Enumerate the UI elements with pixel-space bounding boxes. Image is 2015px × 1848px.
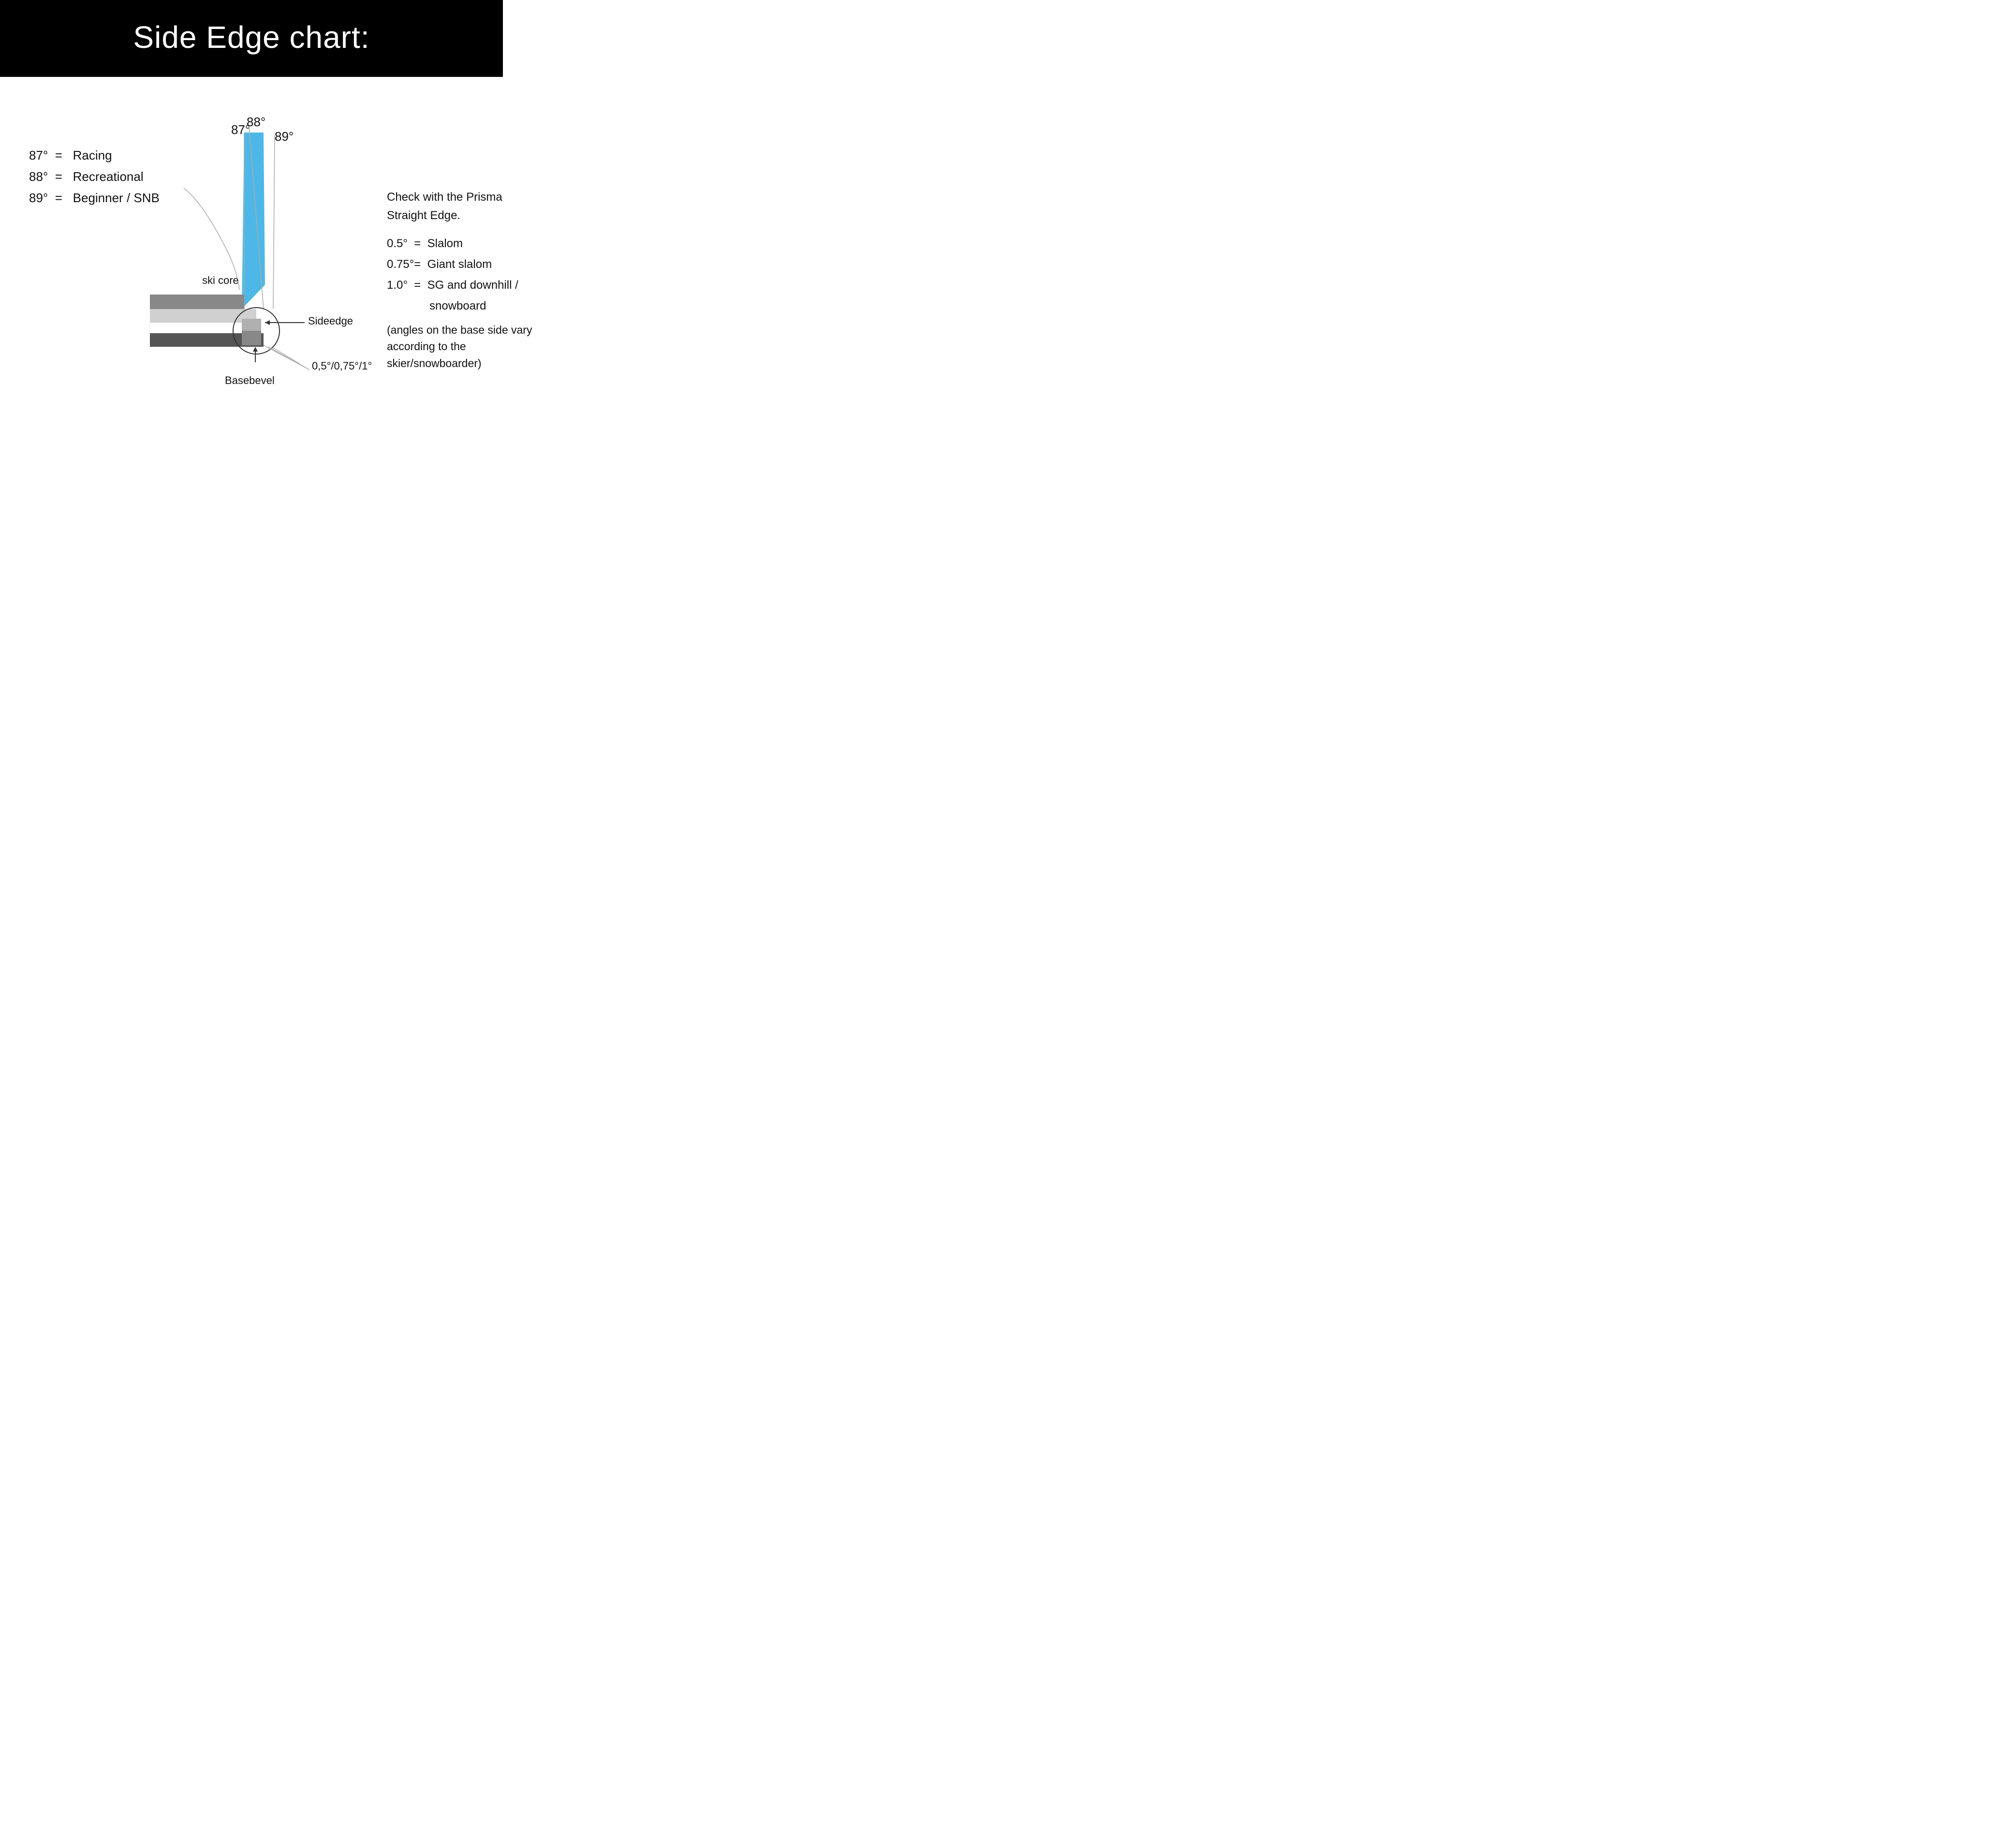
info-angles: 0.5° = Slalom 0.75°= Giant slalom 1.0° =… bbox=[387, 233, 537, 317]
legend-item-89: 89° = Beginner / SNB bbox=[29, 187, 135, 208]
info-check-text: Check with the Prisma Straight Edge. bbox=[387, 188, 537, 225]
sideedge-label: Sideedge bbox=[308, 315, 353, 327]
sideedge-arrowhead bbox=[265, 320, 270, 325]
page-title: Side Edge chart: bbox=[10, 19, 493, 55]
info-angle-10: 1.0° = SG and downhill / bbox=[387, 275, 537, 296]
angle-89-label: 89° bbox=[275, 129, 294, 144]
diagram-svg: 87° 88° 89° bbox=[145, 106, 377, 406]
basebevel-arrowhead bbox=[253, 347, 258, 352]
legend-angle-87: 87° bbox=[29, 148, 48, 163]
info-angle-10-label: SG and downhill / bbox=[427, 279, 518, 292]
info-angle-05: 0.5° = Slalom bbox=[387, 233, 537, 254]
legend-sep-89: = bbox=[55, 191, 62, 205]
legend-angle-89: 89° bbox=[29, 191, 48, 205]
legend-sep-87: = bbox=[55, 148, 62, 163]
angle-88-label: 88° bbox=[247, 115, 265, 129]
info-panel: Check with the Prisma Straight Edge. 0.5… bbox=[387, 106, 537, 371]
legend-label-87: Racing bbox=[73, 148, 112, 163]
legend-label-88: Recreational bbox=[73, 169, 144, 184]
base-angle-line-3 bbox=[273, 348, 309, 370]
ski-core-label: ski core bbox=[202, 274, 239, 286]
info-angle-05-value: 0.5° = bbox=[387, 237, 427, 250]
edge-block-dark bbox=[242, 331, 261, 345]
ski-layer-top bbox=[150, 295, 244, 309]
base-angles-label: 0,5°/0,75°/1° bbox=[312, 360, 372, 372]
info-angle-05-label: Slalom bbox=[427, 237, 463, 250]
page-header: Side Edge chart: bbox=[0, 0, 503, 77]
basebevel-label: Basebevel bbox=[225, 374, 275, 386]
main-content: 87° = Racing 88° = Recreational 89° = Be… bbox=[0, 77, 503, 428]
info-note: (angles on the base side vary according … bbox=[387, 322, 537, 372]
info-snowboard-label: snowboard bbox=[429, 299, 486, 312]
ski-layer-mid bbox=[150, 309, 256, 323]
ski-layer-white bbox=[150, 323, 256, 333]
legend-panel: 87° = Racing 88° = Recreational 89° = Be… bbox=[29, 106, 135, 209]
info-snowboard-line: snowboard bbox=[387, 296, 537, 316]
legend-sep-88: = bbox=[55, 169, 62, 184]
info-angle-10-value: 1.0° = bbox=[387, 279, 427, 292]
info-angle-075-value: 0.75°= bbox=[387, 258, 427, 271]
info-angle-075-label: Giant slalom bbox=[427, 258, 492, 271]
angle-89-line bbox=[273, 135, 275, 309]
info-angle-075: 0.75°= Giant slalom bbox=[387, 254, 537, 275]
diagram-area: 87° 88° 89° bbox=[145, 106, 377, 408]
legend-item-88: 88° = Recreational bbox=[29, 166, 135, 187]
legend-item-87: 87° = Racing bbox=[29, 145, 135, 166]
legend-angle-88: 88° bbox=[29, 169, 48, 184]
